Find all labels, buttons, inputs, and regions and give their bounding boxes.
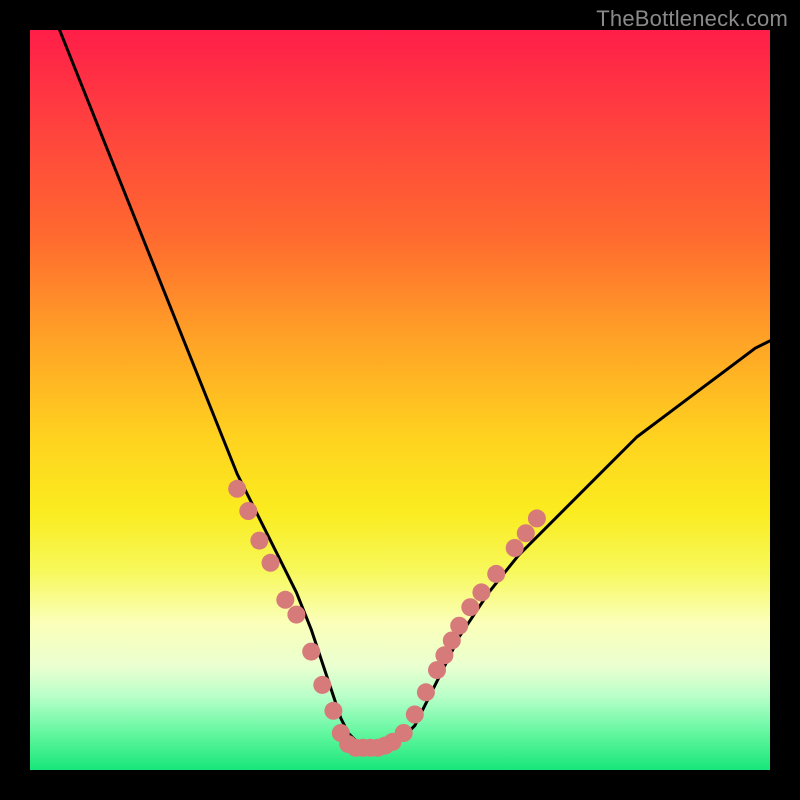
curve-markers	[228, 480, 546, 757]
curve-line	[60, 30, 770, 748]
chart-svg	[30, 30, 770, 770]
plot-area	[30, 30, 770, 770]
watermark-text: TheBottleneck.com	[596, 6, 788, 32]
chart-frame: TheBottleneck.com	[0, 0, 800, 800]
